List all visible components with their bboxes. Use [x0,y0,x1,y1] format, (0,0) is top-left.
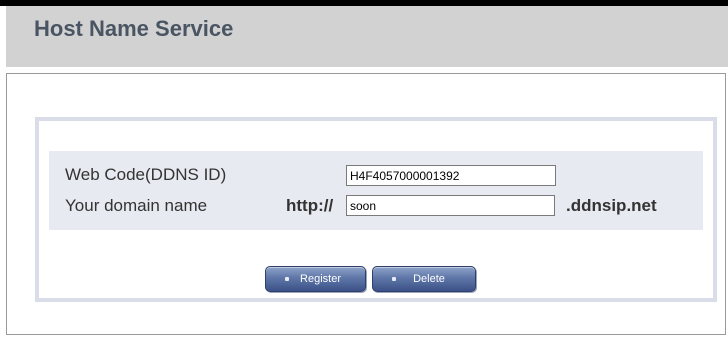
web-code-input[interactable] [346,165,556,186]
domain-prefix: http:// [286,196,334,215]
delete-button[interactable]: Delete [372,266,476,292]
content-panel: Web Code(DDNS ID) Your domain name http:… [6,73,726,335]
ddns-form-frame: Web Code(DDNS ID) Your domain name http:… [35,117,717,302]
register-button-label: Register [300,273,341,285]
page-title: Host Name Service [34,16,234,41]
page-header: Host Name Service [6,6,728,67]
register-button[interactable]: Register [265,266,366,292]
domain-name-input[interactable] [346,195,555,216]
ddns-form: Web Code(DDNS ID) Your domain name http:… [49,151,703,230]
web-code-label: Web Code(DDNS ID) [65,165,227,184]
delete-button-label: Delete [413,273,445,285]
domain-name-label: Your domain name [65,196,208,215]
domain-suffix: .ddnsip.net [566,196,657,215]
